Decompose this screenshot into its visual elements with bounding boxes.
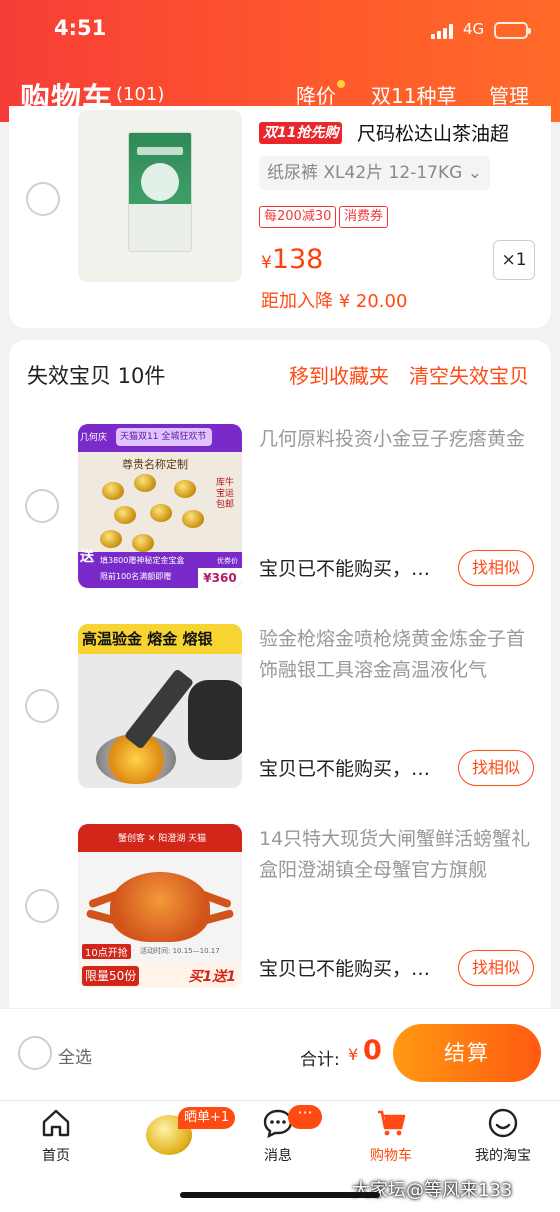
thumb-gift: 送: [80, 549, 94, 565]
product-name[interactable]: 尺码松达山茶油超: [357, 119, 543, 146]
tab-home[interactable]: 首页: [10, 1107, 102, 1165]
item-name[interactable]: 验金枪熔金喷枪烧黄金炼金子首饰融银工具溶金高温液化气: [259, 624, 534, 690]
smiley-icon: [487, 1107, 519, 1139]
invalid-item: 高温验金 熔金 熔银 验金枪熔金喷枪烧黄金炼金子首饰融银工具溶金高温液化气 宝贝…: [9, 624, 551, 794]
item-status: 宝贝已不能购买，…: [259, 558, 431, 580]
tab-label: 消息: [264, 1148, 292, 1164]
status-bar: 4:51 4G: [0, 14, 560, 48]
diaper-pack-image: [128, 132, 192, 252]
total-currency: ¥: [348, 1045, 359, 1064]
invalid-item: 天猫双11 全城狂欢节 几何庆 尊贵名称定制 库牛 宝运 包邮 送 填3800赠…: [9, 424, 551, 594]
thumb-footer-small: 活动时间: 10.15—10.17: [140, 947, 220, 955]
tab-label: 我的淘宝: [475, 1148, 531, 1164]
thumb-brand: 几何庆: [80, 433, 108, 443]
signal-icon: [431, 23, 457, 39]
product-price: ¥138: [261, 244, 323, 275]
thumb-price: ¥360: [198, 568, 242, 588]
product-image[interactable]: [78, 110, 242, 282]
invalid-item: 蟹创客 ✕ 阳澄湖 天猫 10点开抢 活动时间: 10.15—10.17 限量5…: [9, 824, 551, 994]
thumb-footer: 填3800赠神秘定金宝盒: [100, 556, 185, 565]
nav-price-drop[interactable]: 降价: [296, 80, 336, 109]
tab-label: 购物车: [370, 1148, 412, 1164]
thumb-footer2: 限前100名满额即赠: [100, 572, 172, 581]
find-similar-button[interactable]: 找相似: [458, 950, 534, 986]
find-similar-button[interactable]: 找相似: [458, 750, 534, 786]
thumb-header: 高温验金 熔金 熔银: [78, 624, 242, 654]
thumb-footer1: 10点开抢: [82, 944, 131, 959]
home-indicator[interactable]: [180, 1192, 380, 1198]
item-status: 宝贝已不能购买，…: [259, 958, 431, 980]
thumb-price-label: 优券价: [217, 557, 238, 565]
select-all-label[interactable]: 全选: [58, 1043, 92, 1068]
section-title: 失效宝贝 10件: [27, 364, 166, 388]
item-name[interactable]: 几何原料投资小金豆子疙瘩黄金: [259, 424, 534, 490]
thumb-footer2: 限量50份: [82, 966, 140, 986]
total-value: 0: [363, 1035, 382, 1066]
notification-dot: [337, 80, 345, 88]
nav-manage[interactable]: 管理: [489, 80, 529, 109]
thumb-footer3: 买1送1: [188, 969, 236, 985]
status-time: 4:51: [54, 16, 107, 40]
sku-selector[interactable]: 纸尿裤 XL42片 12-17KG ⌄: [259, 156, 490, 190]
torch-image[interactable]: 高温验金 熔金 熔银: [78, 624, 242, 788]
nav-double11-grass[interactable]: 双11种草: [371, 80, 456, 109]
tab-my-taobao[interactable]: 我的淘宝: [457, 1107, 549, 1165]
gold-beans-image[interactable]: 天猫双11 全城狂欢节 几何庆 尊贵名称定制 库牛 宝运 包邮 送 填3800赠…: [78, 424, 242, 588]
thumb-title: 尊贵名称定制: [122, 458, 188, 471]
price-drop-text: 距加入降 ¥ 20.00: [261, 291, 408, 312]
item-select-radio[interactable]: [25, 489, 59, 523]
promo-tab[interactable]: 晒单+1: [138, 1105, 236, 1161]
cart-item-card: 双11抢先购 尺码松达山茶油超 纸尿裤 XL42片 12-17KG ⌄ 每200…: [9, 106, 551, 328]
thumb-header: 蟹创客 ✕ 阳澄湖 天猫: [118, 834, 207, 844]
watermark: 大家坛@等风来133: [352, 1180, 513, 1201]
promo-badge: 晒单+1: [178, 1107, 236, 1129]
app-header: 4:51 4G 购物车 (101) 降价 双11种草 管理: [0, 0, 560, 122]
item-select-radio[interactable]: [25, 689, 59, 723]
battery-icon: [494, 22, 531, 39]
tab-label: 首页: [42, 1148, 70, 1164]
crab-image[interactable]: 蟹创客 ✕ 阳澄湖 天猫 10点开抢 活动时间: 10.15—10.17 限量5…: [78, 824, 242, 988]
double11-tag: 双11抢先购: [259, 122, 343, 144]
discount-badge: 每200减30: [259, 206, 337, 228]
price-value: 138: [271, 244, 324, 275]
clear-invalid-button[interactable]: 清空失效宝贝: [409, 360, 529, 389]
invalid-items-section: 失效宝贝 10件 移到收藏夹 清空失效宝贝 天猫双11 全城狂欢节 几何庆 尊贵…: [9, 340, 551, 1020]
cart-count: (101): [116, 84, 165, 105]
sku-label: 纸尿裤 XL42片 12-17KG: [267, 163, 463, 183]
thumb-header: 天猫双11 全城狂欢节: [120, 432, 207, 442]
select-all-radio[interactable]: [18, 1036, 52, 1070]
item-select-radio[interactable]: [25, 889, 59, 923]
network-type: 4G: [463, 20, 485, 38]
tab-cart[interactable]: 购物车: [345, 1107, 437, 1165]
move-to-favorites-button[interactable]: 移到收藏夹: [289, 360, 389, 389]
checkout-button[interactable]: 结算: [393, 1024, 541, 1082]
item-name[interactable]: 14只特大现货大闸蟹鲜活螃蟹礼盒阳澄湖镇全母蟹官方旗舰: [259, 824, 534, 890]
quantity-button[interactable]: ×1: [493, 240, 535, 280]
cart-icon: [375, 1107, 407, 1139]
item-status: 宝贝已不能购买，…: [259, 758, 431, 780]
chevron-down-icon: ⌄: [467, 163, 482, 183]
total-label: 合计:: [300, 1050, 340, 1070]
home-icon: [40, 1107, 72, 1139]
item-select-radio[interactable]: [26, 182, 60, 216]
thumb-side: 库牛 宝运 包邮: [216, 478, 235, 510]
find-similar-button[interactable]: 找相似: [458, 550, 534, 586]
checkout-bar: 全选 合计: ¥ 0 结算: [0, 1008, 560, 1100]
coupon-badge: 消费券: [339, 206, 389, 228]
message-badge: ···: [288, 1105, 322, 1129]
price-currency: ¥: [261, 253, 272, 273]
